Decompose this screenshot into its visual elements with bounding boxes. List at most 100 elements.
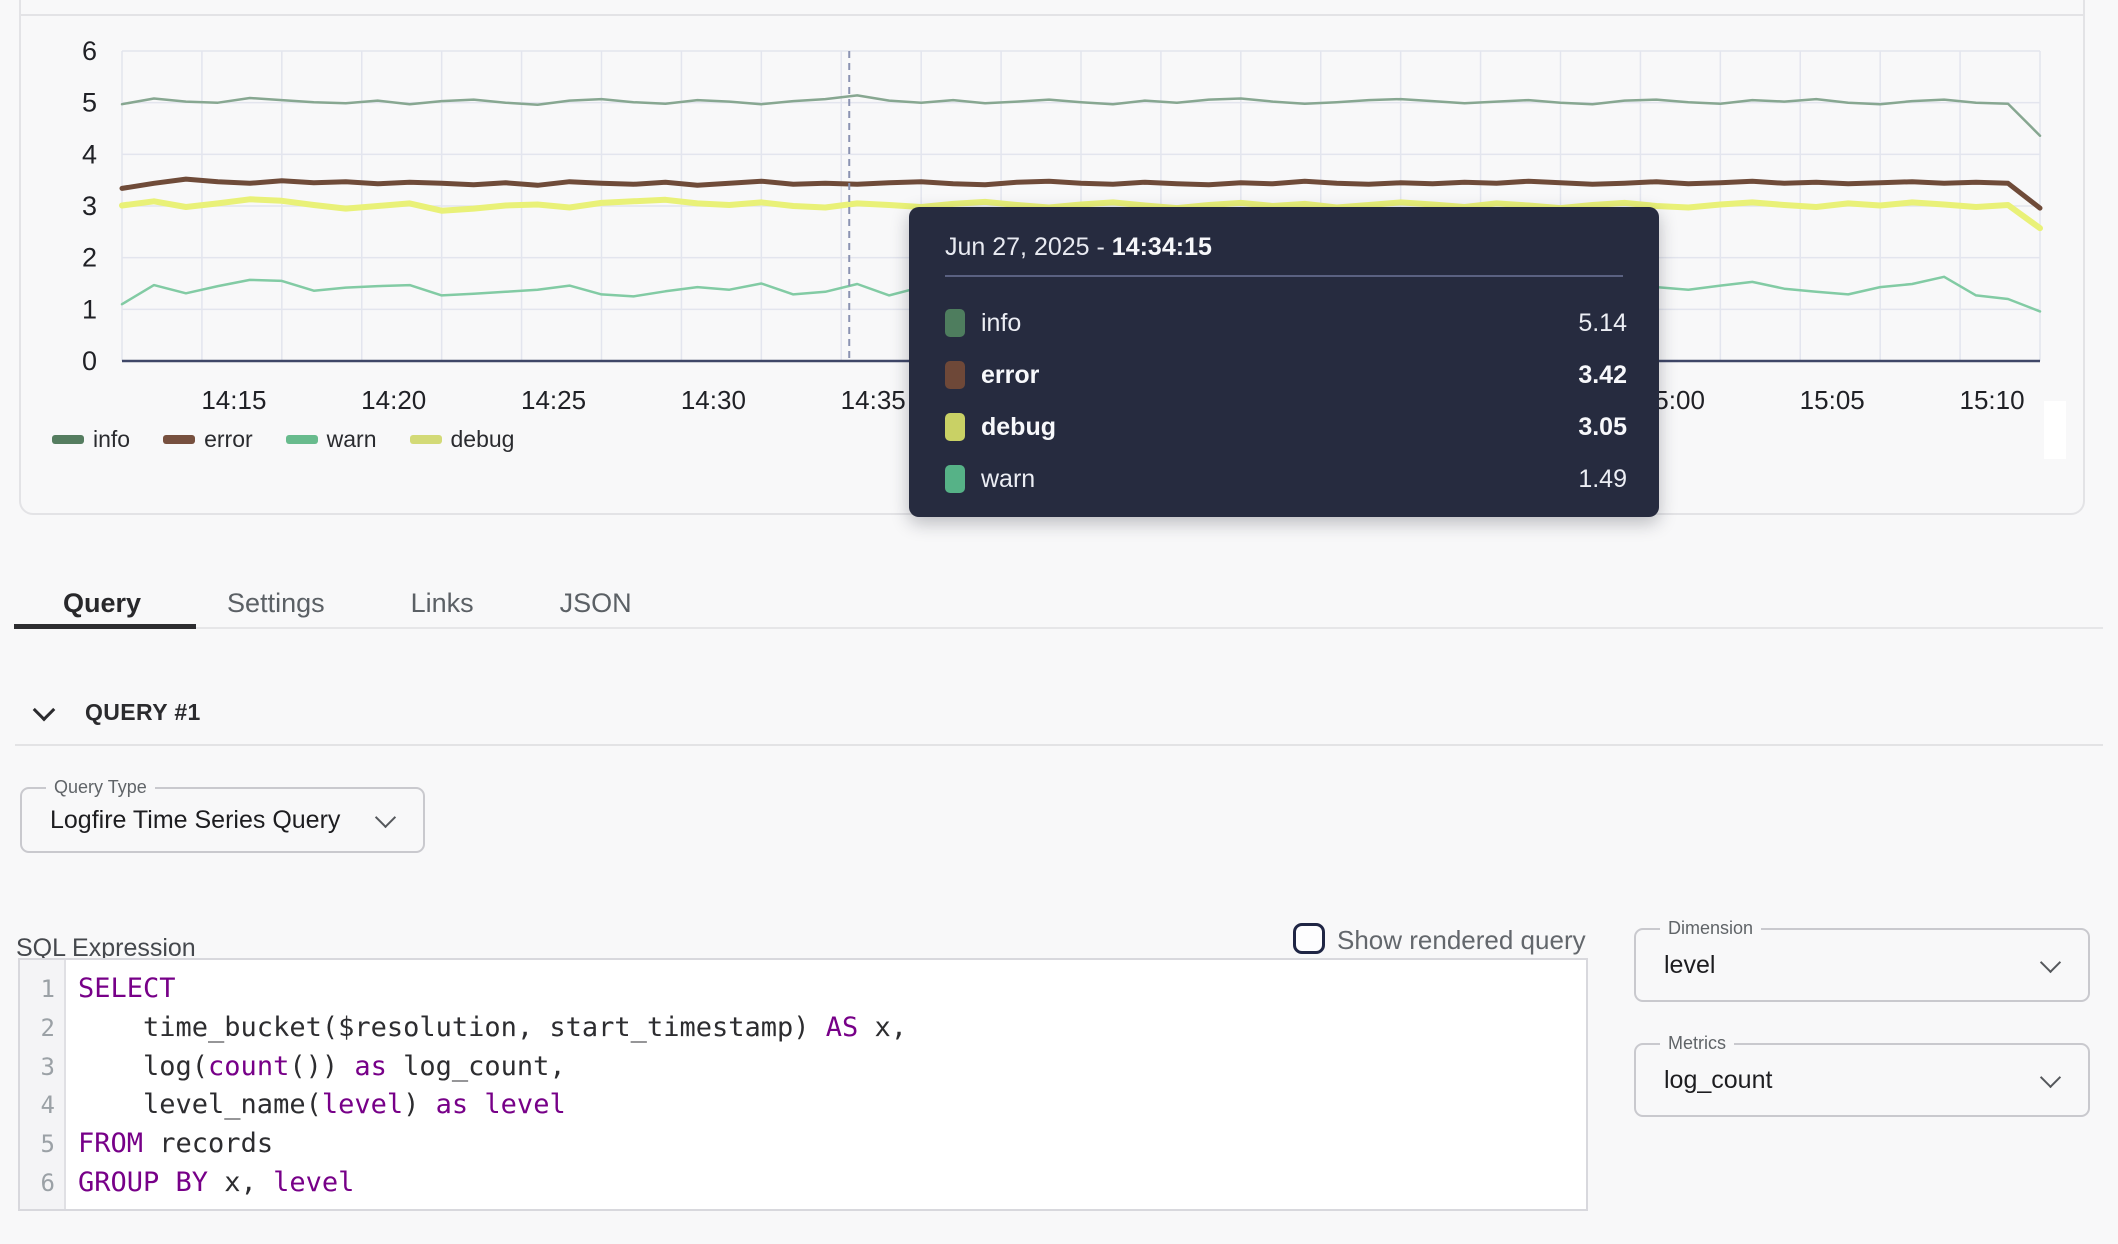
- tooltip-divider: [945, 275, 1623, 277]
- tooltip-series-value: 3.42: [1578, 361, 1627, 390]
- code-line: log(count()) as log_count,: [78, 1048, 907, 1087]
- query-type-value: Logfire Time Series Query: [50, 789, 340, 851]
- legend-label: debug: [451, 426, 515, 453]
- x-axis-tick-label: 15:10: [1960, 385, 2025, 415]
- legend-item-warn[interactable]: warn: [286, 426, 377, 453]
- line-number: 3: [20, 1048, 64, 1087]
- tooltip-row-warn: warn 1.49: [945, 453, 1627, 505]
- sql-text: ()): [289, 1051, 354, 1082]
- x-axis-tick-label: 14:35: [841, 385, 906, 415]
- tab-query[interactable]: Query: [63, 588, 141, 619]
- sql-text: records: [143, 1128, 273, 1159]
- line-number: 6: [20, 1164, 64, 1203]
- sql-text: ): [403, 1089, 436, 1120]
- line-number: 2: [20, 1009, 64, 1048]
- query-section-title[interactable]: QUERY #1: [85, 699, 201, 726]
- tooltip-date: Jun 27, 2025 -: [945, 233, 1112, 261]
- tooltip-row-debug: debug 3.05: [945, 401, 1627, 453]
- tooltip-timestamp: Jun 27, 2025 - 14:34:15: [945, 233, 1212, 262]
- x-axis-tick-label: 15:05: [1800, 385, 1865, 415]
- chevron-down-icon: [375, 807, 396, 828]
- y-axis-tick-label: 2: [82, 243, 97, 273]
- tooltip-series-value: 1.49: [1578, 465, 1627, 494]
- tooltip-time: 14:34:15: [1112, 233, 1212, 261]
- tooltip-series-name: info: [981, 309, 1021, 338]
- sql-keyword: AS: [826, 1012, 859, 1043]
- legend-swatch-icon: [52, 435, 84, 444]
- legend-swatch-icon: [286, 435, 318, 444]
- y-axis-tick-label: 1: [82, 294, 97, 324]
- legend-label: info: [93, 426, 130, 453]
- tab-settings[interactable]: Settings: [227, 588, 325, 619]
- tooltip-series-value: 3.05: [1578, 413, 1627, 442]
- tooltip-series-name: warn: [981, 465, 1035, 494]
- x-axis-tick-label: 14:20: [361, 385, 426, 415]
- series-swatch-icon: [945, 361, 965, 389]
- dimension-value: level: [1664, 930, 1715, 1000]
- code-line: GROUP BY x, level: [78, 1164, 907, 1203]
- section-divider: [15, 744, 2103, 746]
- sql-text: time_bucket($resolution, start_timestamp…: [78, 1012, 826, 1043]
- dimension-select[interactable]: Dimension level: [1634, 928, 2090, 1002]
- tab-links[interactable]: Links: [411, 588, 474, 619]
- tooltip-rows: info 5.14 error 3.42 debug 3.05 warn 1.49: [945, 297, 1627, 505]
- chart-tooltip: Jun 27, 2025 - 14:34:15 info 5.14 error 3.4…: [909, 207, 1659, 517]
- tooltip-series-name: error: [981, 361, 1039, 390]
- code-line: FROM records: [78, 1125, 907, 1164]
- metrics-value: log_count: [1664, 1045, 1772, 1115]
- sql-keyword: SELECT: [78, 973, 176, 1004]
- line-number: 5: [20, 1125, 64, 1164]
- code-line: SELECT: [78, 970, 907, 1009]
- sql-keyword: count: [208, 1051, 289, 1082]
- line-number-gutter: 123456: [20, 960, 66, 1209]
- sql-keyword: level: [322, 1089, 403, 1120]
- sql-text: x,: [208, 1167, 273, 1198]
- sql-code[interactable]: SELECT time_bucket($resolution, start_ti…: [66, 960, 907, 1209]
- show-rendered-query-label[interactable]: Show rendered query: [1337, 925, 1586, 956]
- y-axis-tick-label: 0: [82, 346, 97, 376]
- sql-text: level_name(: [78, 1089, 322, 1120]
- tooltip-series-value: 5.14: [1578, 309, 1627, 338]
- sql-text: [468, 1089, 484, 1120]
- x-axis-tick-label: 14:15: [201, 385, 266, 415]
- tab-json[interactable]: JSON: [560, 588, 632, 619]
- code-line: time_bucket($resolution, start_timestamp…: [78, 1009, 907, 1048]
- sql-keyword: as: [354, 1051, 387, 1082]
- tab-bar: Query Settings Links JSON: [63, 588, 632, 619]
- sql-text: log_count,: [387, 1051, 566, 1082]
- sql-keyword: as: [436, 1089, 469, 1120]
- legend-item-info[interactable]: info: [52, 426, 130, 453]
- metrics-select[interactable]: Metrics log_count: [1634, 1043, 2090, 1117]
- y-axis-tick-label: 3: [82, 191, 97, 221]
- tab-bar-divider: [14, 627, 2103, 629]
- sql-text: log(: [78, 1051, 208, 1082]
- y-axis-tick-label: 4: [82, 139, 97, 169]
- legend-item-error[interactable]: error: [163, 426, 253, 453]
- sql-keyword: GROUP BY: [78, 1167, 208, 1198]
- query-type-select[interactable]: Query Type Logfire Time Series Query: [20, 787, 425, 853]
- sql-keyword: level: [484, 1089, 565, 1120]
- scrollbar-thumb[interactable]: [2044, 401, 2066, 459]
- line-number: 4: [20, 1086, 64, 1125]
- chevron-down-icon: [2040, 952, 2061, 973]
- y-axis-tick-label: 6: [82, 36, 97, 66]
- sql-code-editor[interactable]: 123456 SELECT time_bucket($resolution, s…: [18, 958, 1588, 1211]
- legend-item-debug[interactable]: debug: [410, 426, 515, 453]
- legend-label: warn: [327, 426, 377, 453]
- series-swatch-icon: [945, 465, 965, 493]
- chevron-down-icon[interactable]: [33, 699, 56, 722]
- chart-legend: info error warn debug: [52, 426, 514, 453]
- y-axis-tick-label: 5: [82, 88, 97, 118]
- legend-swatch-icon: [163, 435, 195, 444]
- series-swatch-icon: [945, 413, 965, 441]
- x-axis-tick-label: 14:25: [521, 385, 586, 415]
- chevron-down-icon: [2040, 1067, 2061, 1088]
- sql-keyword: FROM: [78, 1128, 143, 1159]
- legend-label: error: [204, 426, 253, 453]
- tooltip-series-name: debug: [981, 413, 1056, 442]
- line-number: 1: [20, 970, 64, 1009]
- active-tab-underline: [14, 624, 196, 629]
- tooltip-row-error: error 3.42: [945, 349, 1627, 401]
- show-rendered-query-checkbox[interactable]: [1293, 923, 1325, 954]
- tooltip-row-info: info 5.14: [945, 297, 1627, 349]
